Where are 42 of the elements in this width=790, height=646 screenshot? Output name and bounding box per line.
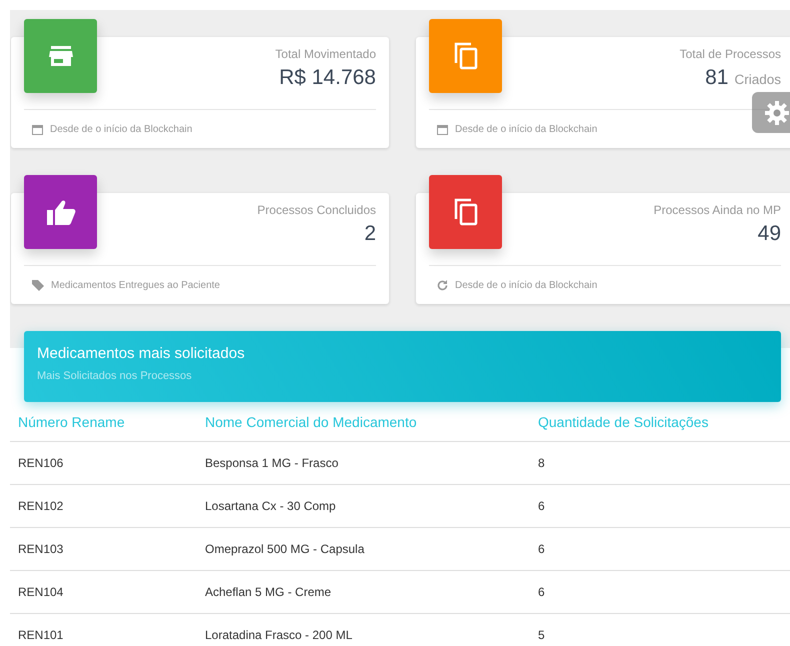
thumbs-up-icon bbox=[46, 198, 76, 226]
copy-icon bbox=[452, 41, 478, 71]
stat-footer: Medicamentos Entregues ao Paciente bbox=[51, 280, 220, 290]
stat-title: Processos Ainda no MP bbox=[654, 203, 781, 217]
stat-footer: Desde de o início da Blockchain bbox=[50, 124, 192, 134]
table-cell-text: REN102 bbox=[18, 499, 64, 513]
table-cell-text: 6 bbox=[538, 542, 546, 556]
copy-icon bbox=[452, 197, 478, 227]
stat-title: Total de Processos bbox=[680, 47, 781, 61]
stat-value: 49 bbox=[758, 222, 781, 246]
column-header: Número Rename bbox=[18, 414, 126, 430]
table-cell-text: 6 bbox=[538, 499, 546, 513]
table-cell-text: REN101 bbox=[18, 628, 64, 642]
stat-title: Processos Concluidos bbox=[257, 203, 376, 217]
settings-button[interactable] bbox=[752, 92, 790, 133]
table-cell-text: REN104 bbox=[18, 585, 64, 599]
stat-value: 2 bbox=[364, 222, 376, 246]
table-cell-text: Besponsa 1 MG - Frasco bbox=[205, 456, 340, 470]
store-icon bbox=[48, 45, 72, 67]
stat-value: R$ 14.768 bbox=[279, 66, 376, 90]
table-cell-text: Acheflan 5 MG - Creme bbox=[205, 585, 332, 599]
stat-unit: Criados bbox=[734, 72, 781, 87]
table-cell-text: 6 bbox=[538, 585, 546, 599]
table-title: Medicamentos mais solicitados bbox=[37, 345, 246, 362]
table-cell-text: REN106 bbox=[18, 456, 64, 470]
table-subtitle: Mais Solicitados nos Processos bbox=[37, 370, 193, 382]
refresh-icon bbox=[437, 280, 448, 290]
table-cell-text: REN103 bbox=[18, 542, 64, 556]
table-cell-text: 8 bbox=[538, 456, 546, 470]
table-cell-text: Loratadina Frasco - 200 ML bbox=[205, 628, 354, 642]
column-header: Nome Comercial do Medicamento bbox=[205, 414, 418, 430]
stat-value: 81 bbox=[705, 66, 728, 90]
stat-title: Total Movimentado bbox=[275, 47, 376, 61]
stat-footer: Desde de o início da Blockchain bbox=[455, 124, 598, 134]
tag-icon bbox=[32, 280, 44, 290]
table-cell-text: Omeprazol 500 MG - Capsula bbox=[205, 542, 366, 556]
table-cell-text: Losartana Cx - 30 Comp bbox=[205, 499, 337, 513]
table-cell-text: 5 bbox=[538, 628, 546, 642]
calendar-icon bbox=[32, 124, 43, 134]
stat-footer: Desde de o início da Blockchain bbox=[455, 280, 598, 290]
calendar-icon bbox=[437, 124, 448, 134]
column-header: Quantidade de Solicitações bbox=[538, 414, 710, 430]
